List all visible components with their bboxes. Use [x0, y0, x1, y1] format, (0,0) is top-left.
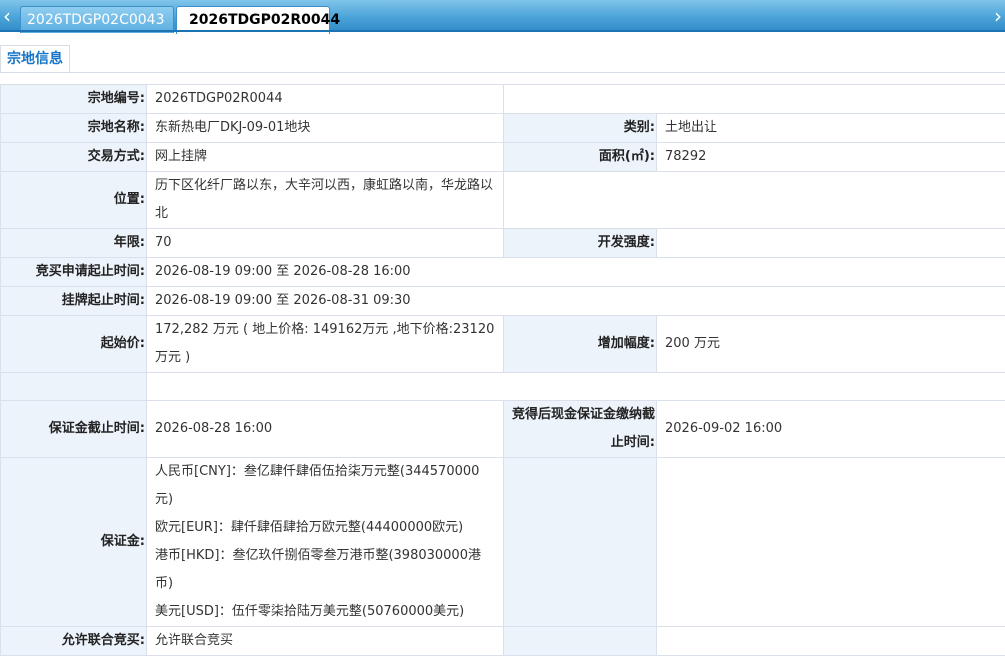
row-parcel-no: 宗地编号: 2026TDGP02R0044 — [1, 85, 1005, 114]
joint-bid-label: 允许联合竞买: — [1, 627, 147, 656]
row-deposit: 保证金: 人民币[CNY]：叁亿肆仟肆佰伍拾柒万元整(344570000元) 欧… — [1, 458, 1005, 627]
increment-label: 增加幅度: — [504, 316, 657, 373]
empty-cell — [504, 627, 657, 656]
deposit-usd: 美元[USD]：伍仟零柒拾陆万美元整(50760000美元) — [155, 598, 497, 626]
start-price-value: 172,282 万元 ( 地上价格: 149162万元 ,地下价格:23120万… — [147, 316, 504, 373]
deposit-eur: 欧元[EUR]：肆仟肆佰肆拾万欧元整(44400000欧元) — [155, 514, 497, 542]
row-deposit-deadline: 保证金截止时间: 2026-08-28 16:00 竞得后现金保证金缴纳截止时间… — [1, 401, 1005, 458]
empty-cell — [504, 172, 1005, 229]
row-term: 年限: 70 开发强度: — [1, 229, 1005, 258]
increment-value: 200 万元 — [657, 316, 1005, 373]
joint-bid-value: 允许联合竞买 — [147, 627, 504, 656]
location-label: 位置: — [1, 172, 147, 229]
start-price-label: 起始价: — [1, 316, 147, 373]
area-value: 78292 — [657, 143, 1005, 172]
category-label: 类别: — [504, 114, 657, 143]
row-apply-period: 竞买申请起止时间: 2026-08-19 09:00 至 2026-08-28 … — [1, 258, 1005, 287]
area-label: 面积(㎡): — [504, 143, 657, 172]
parcel-info-table: 宗地编号: 2026TDGP02R0044 宗地名称: 东新热电厂DKJ-09-… — [0, 84, 1005, 656]
empty-cell — [657, 627, 1005, 656]
row-spacer — [1, 373, 1005, 401]
deposit-deadline-label: 保证金截止时间: — [1, 401, 147, 458]
trade-method-value: 网上挂牌 — [147, 143, 504, 172]
row-listing-period: 挂牌起止时间: 2026-08-19 09:00 至 2026-08-31 09… — [1, 287, 1005, 316]
empty-cell — [504, 85, 1005, 114]
empty-cell — [147, 373, 1005, 401]
empty-cell — [504, 458, 657, 627]
tab-bar: ‹ 2026TDGP02C0043 2026TDGP02R0044 › — [0, 0, 1005, 32]
tab-parcel-c0043[interactable]: 2026TDGP02C0043 — [20, 6, 174, 33]
parcel-name-value: 东新热电厂DKJ-09-01地块 — [147, 114, 504, 143]
listing-period-label: 挂牌起止时间: — [1, 287, 147, 316]
row-joint-bid: 允许联合竞买: 允许联合竞买 — [1, 627, 1005, 656]
deposit-label: 保证金: — [1, 458, 147, 627]
category-value: 土地出让 — [657, 114, 1005, 143]
tab-bar-baseline — [0, 30, 1005, 32]
dev-intensity-label: 开发强度: — [504, 229, 657, 258]
apply-period-label: 竞买申请起止时间: — [1, 258, 147, 287]
chevron-left-icon[interactable]: ‹ — [0, 5, 14, 27]
row-start-price: 起始价: 172,282 万元 ( 地上价格: 149162万元 ,地下价格:2… — [1, 316, 1005, 373]
deposit-value: 人民币[CNY]：叁亿肆仟肆佰伍拾柒万元整(344570000元) 欧元[EUR… — [147, 458, 504, 627]
cash-deposit-deadline-label: 竞得后现金保证金缴纳截止时间: — [504, 401, 657, 458]
term-value: 70 — [147, 229, 504, 258]
subtab-divider — [0, 72, 1005, 73]
location-value: 历下区化纤厂路以东，大辛河以西，康虹路以南，华龙路以北 — [147, 172, 504, 229]
chevron-right-icon[interactable]: › — [991, 5, 1005, 27]
row-trade-method: 交易方式: 网上挂牌 面积(㎡): 78292 — [1, 143, 1005, 172]
empty-cell — [1, 373, 147, 401]
row-location: 位置: 历下区化纤厂路以东，大辛河以西，康虹路以南，华龙路以北 — [1, 172, 1005, 229]
deposit-deadline-value: 2026-08-28 16:00 — [147, 401, 504, 458]
deposit-hkd: 港币[HKD]：叁亿玖仟捌佰零叁万港币整(398030000港币) — [155, 542, 497, 598]
trade-method-label: 交易方式: — [1, 143, 147, 172]
parcel-no-label: 宗地编号: — [1, 85, 147, 114]
deposit-cny: 人民币[CNY]：叁亿肆仟肆佰伍拾柒万元整(344570000元) — [155, 458, 497, 514]
listing-period-value: 2026-08-19 09:00 至 2026-08-31 09:30 — [147, 287, 1005, 316]
apply-period-value: 2026-08-19 09:00 至 2026-08-28 16:00 — [147, 258, 1005, 287]
subtab-parcel-info[interactable]: 宗地信息 — [0, 45, 70, 74]
parcel-no-value: 2026TDGP02R0044 — [147, 85, 504, 114]
cash-deposit-deadline-value: 2026-09-02 16:00 — [657, 401, 1005, 458]
empty-cell — [657, 458, 1005, 627]
row-parcel-name: 宗地名称: 东新热电厂DKJ-09-01地块 类别: 土地出让 — [1, 114, 1005, 143]
parcel-name-label: 宗地名称: — [1, 114, 147, 143]
dev-intensity-value — [657, 229, 1005, 258]
term-label: 年限: — [1, 229, 147, 258]
